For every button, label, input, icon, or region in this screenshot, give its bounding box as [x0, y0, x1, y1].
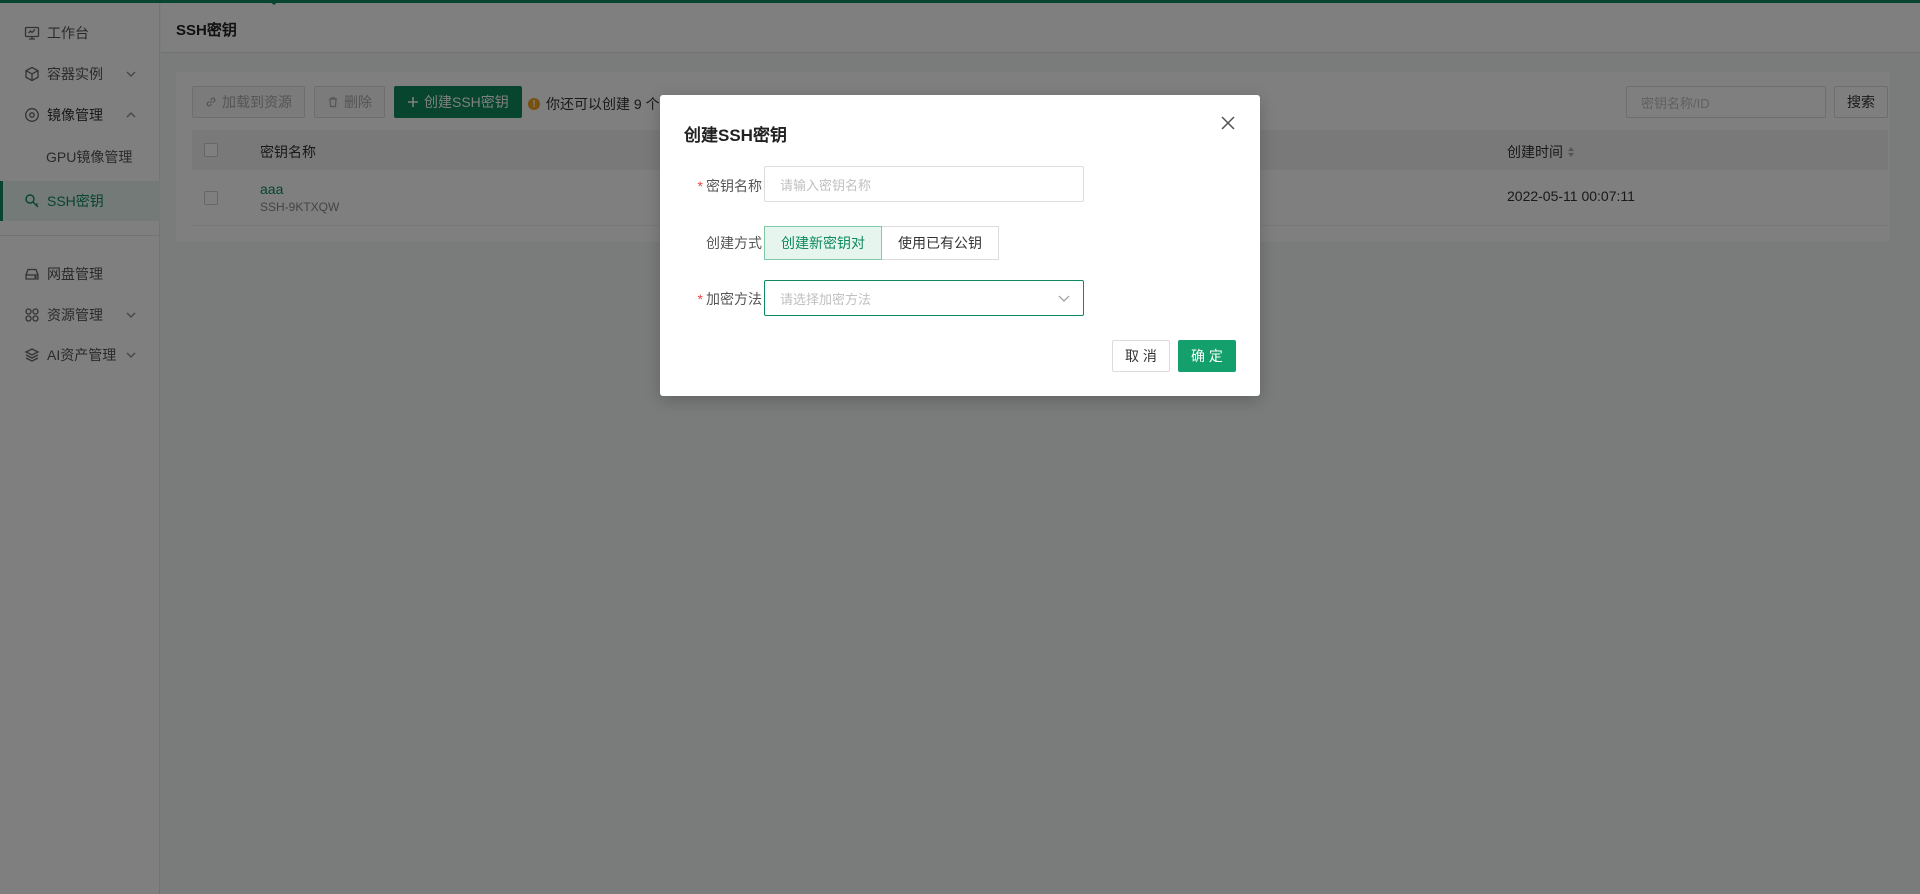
encryption-method-placeholder: 请选择加密方法 — [780, 291, 872, 307]
encryption-method-select[interactable]: 请选择加密方法 — [764, 280, 1084, 316]
create-method-toggle: 创建新密钥对 使用已有公钥 — [764, 226, 999, 260]
key-name-placeholder: 请输入密钥名称 — [780, 177, 872, 193]
cancel-button[interactable]: 取 消 — [1112, 340, 1170, 372]
key-name-input[interactable]: 请输入密钥名称 — [764, 166, 1084, 202]
key-name-label-text: 密钥名称 — [706, 178, 762, 194]
create-method-label: 创建方式 — [706, 235, 762, 251]
confirm-button[interactable]: 确 定 — [1178, 340, 1236, 372]
encryption-method-label: * 加密方法 — [697, 291, 762, 307]
chevron-down-icon — [1058, 295, 1070, 302]
option-existing-public-key[interactable]: 使用已有公钥 — [882, 226, 999, 260]
encryption-method-label-text: 加密方法 — [706, 291, 762, 307]
close-icon[interactable] — [1218, 113, 1238, 133]
create-ssh-key-dialog: 创建SSH密钥 * 密钥名称 请输入密钥名称 创建方式 创建新密钥对 使用已有公钥… — [660, 95, 1260, 396]
key-name-label: * 密钥名称 — [697, 178, 762, 194]
option-new-key-pair[interactable]: 创建新密钥对 — [764, 226, 882, 260]
dialog-title: 创建SSH密钥 — [684, 126, 787, 145]
